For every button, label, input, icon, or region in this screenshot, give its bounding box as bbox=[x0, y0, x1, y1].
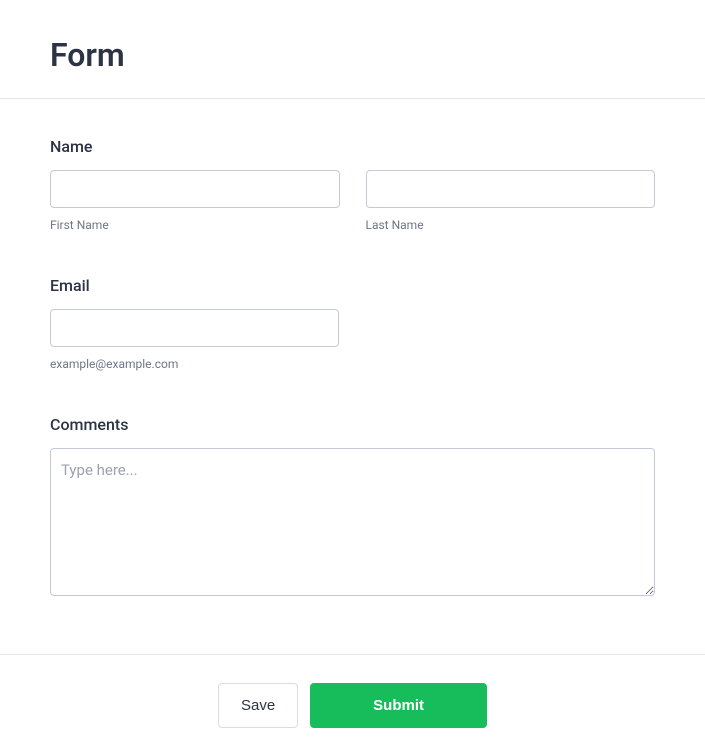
name-label: Name bbox=[50, 137, 655, 156]
first-name-input[interactable] bbox=[50, 170, 340, 208]
form-page: Form Name First Name Last Name Email exa… bbox=[0, 0, 705, 756]
first-name-sublabel: First Name bbox=[50, 218, 340, 232]
comments-label: Comments bbox=[50, 415, 655, 434]
page-title: Form bbox=[50, 36, 655, 74]
name-row: First Name Last Name bbox=[50, 170, 655, 232]
form-header: Form bbox=[0, 0, 705, 98]
comments-textarea[interactable] bbox=[50, 448, 655, 596]
last-name-sublabel: Last Name bbox=[366, 218, 656, 232]
save-button[interactable]: Save bbox=[218, 683, 298, 728]
email-input[interactable] bbox=[50, 309, 339, 347]
comments-field-group: Comments bbox=[50, 415, 655, 600]
email-field-group: Email example@example.com bbox=[50, 276, 655, 371]
first-name-col: First Name bbox=[50, 170, 340, 232]
last-name-col: Last Name bbox=[366, 170, 656, 232]
name-field-group: Name First Name Last Name bbox=[50, 137, 655, 232]
email-sublabel: example@example.com bbox=[50, 357, 655, 371]
submit-button[interactable]: Submit bbox=[310, 683, 487, 728]
last-name-input[interactable] bbox=[366, 170, 656, 208]
email-label: Email bbox=[50, 276, 655, 295]
actions-bar: Save Submit bbox=[0, 655, 705, 756]
form-body: Name First Name Last Name Email example@… bbox=[0, 99, 705, 654]
